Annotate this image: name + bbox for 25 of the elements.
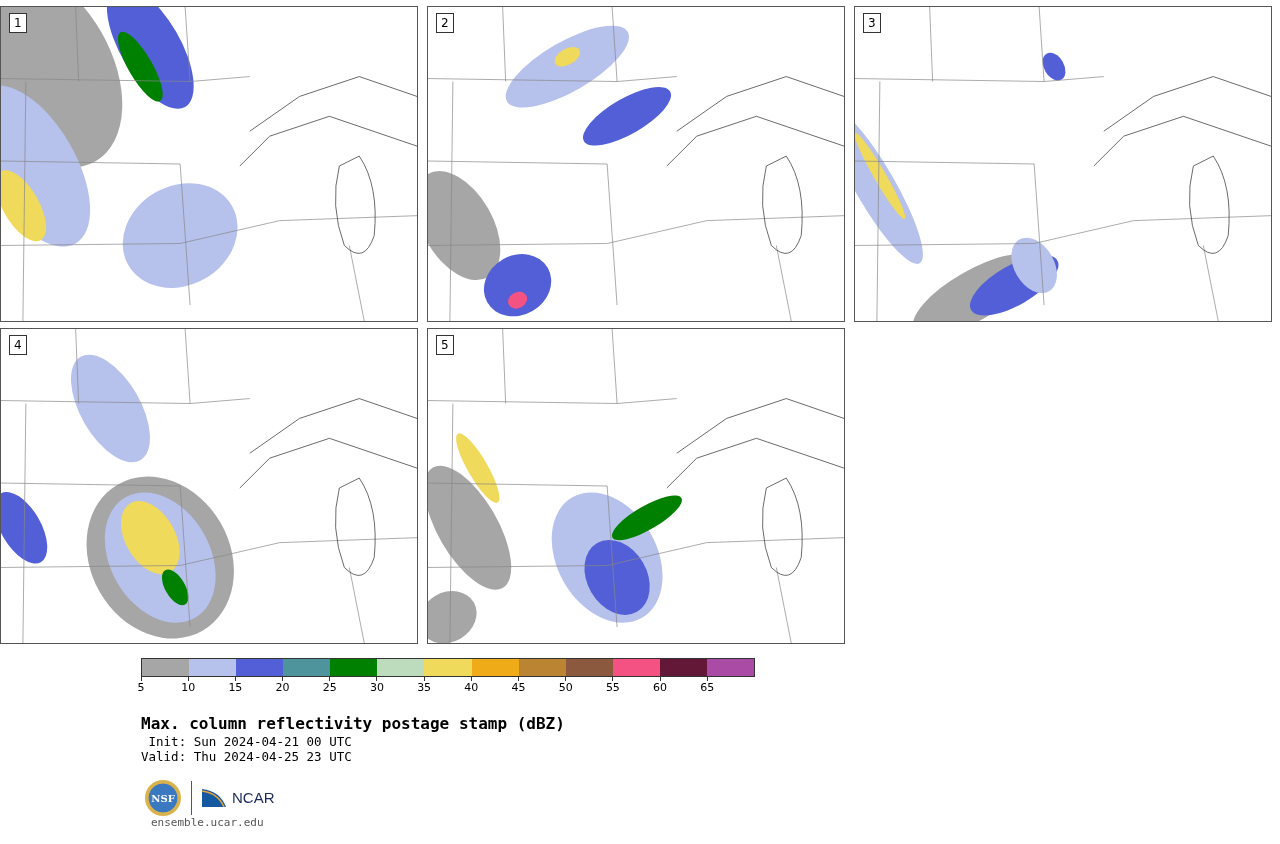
ncar-logo: NCAR	[232, 787, 275, 808]
tick-label: 45	[511, 681, 526, 694]
tick-label: 30	[369, 681, 384, 694]
panel-number-label: 1	[9, 13, 27, 33]
website-url: ensemble.ucar.edu	[151, 816, 265, 830]
init-time-text: Init: Sun 2024-04-21 00 UTC	[147, 734, 353, 749]
panel-number-label: 5	[436, 335, 454, 355]
swoosh-icon	[202, 789, 226, 807]
tick-label: 40	[464, 681, 479, 694]
tick-label: 50	[558, 681, 573, 694]
tick-label: 20	[275, 681, 290, 694]
tick-label: 65	[700, 681, 715, 694]
tick-label: 25	[322, 681, 337, 694]
tick-label: 10	[181, 681, 196, 694]
panel-number-label: 3	[863, 13, 881, 33]
panel-number-label: 4	[9, 335, 27, 355]
panel-number-label: 2	[436, 13, 454, 33]
tick-label: 5	[137, 681, 145, 694]
valid-time-text: Valid: Thu 2024-04-25 23 UTC	[141, 749, 353, 764]
chart-title: Max. column reflectivity postage stamp (dBZ)	[141, 714, 566, 734]
tick-label: 60	[653, 681, 668, 694]
tick-label: 15	[228, 681, 243, 694]
tick-label: 35	[417, 681, 432, 694]
tick-label: 55	[605, 681, 620, 694]
nsf-logo: NSF	[145, 780, 181, 816]
